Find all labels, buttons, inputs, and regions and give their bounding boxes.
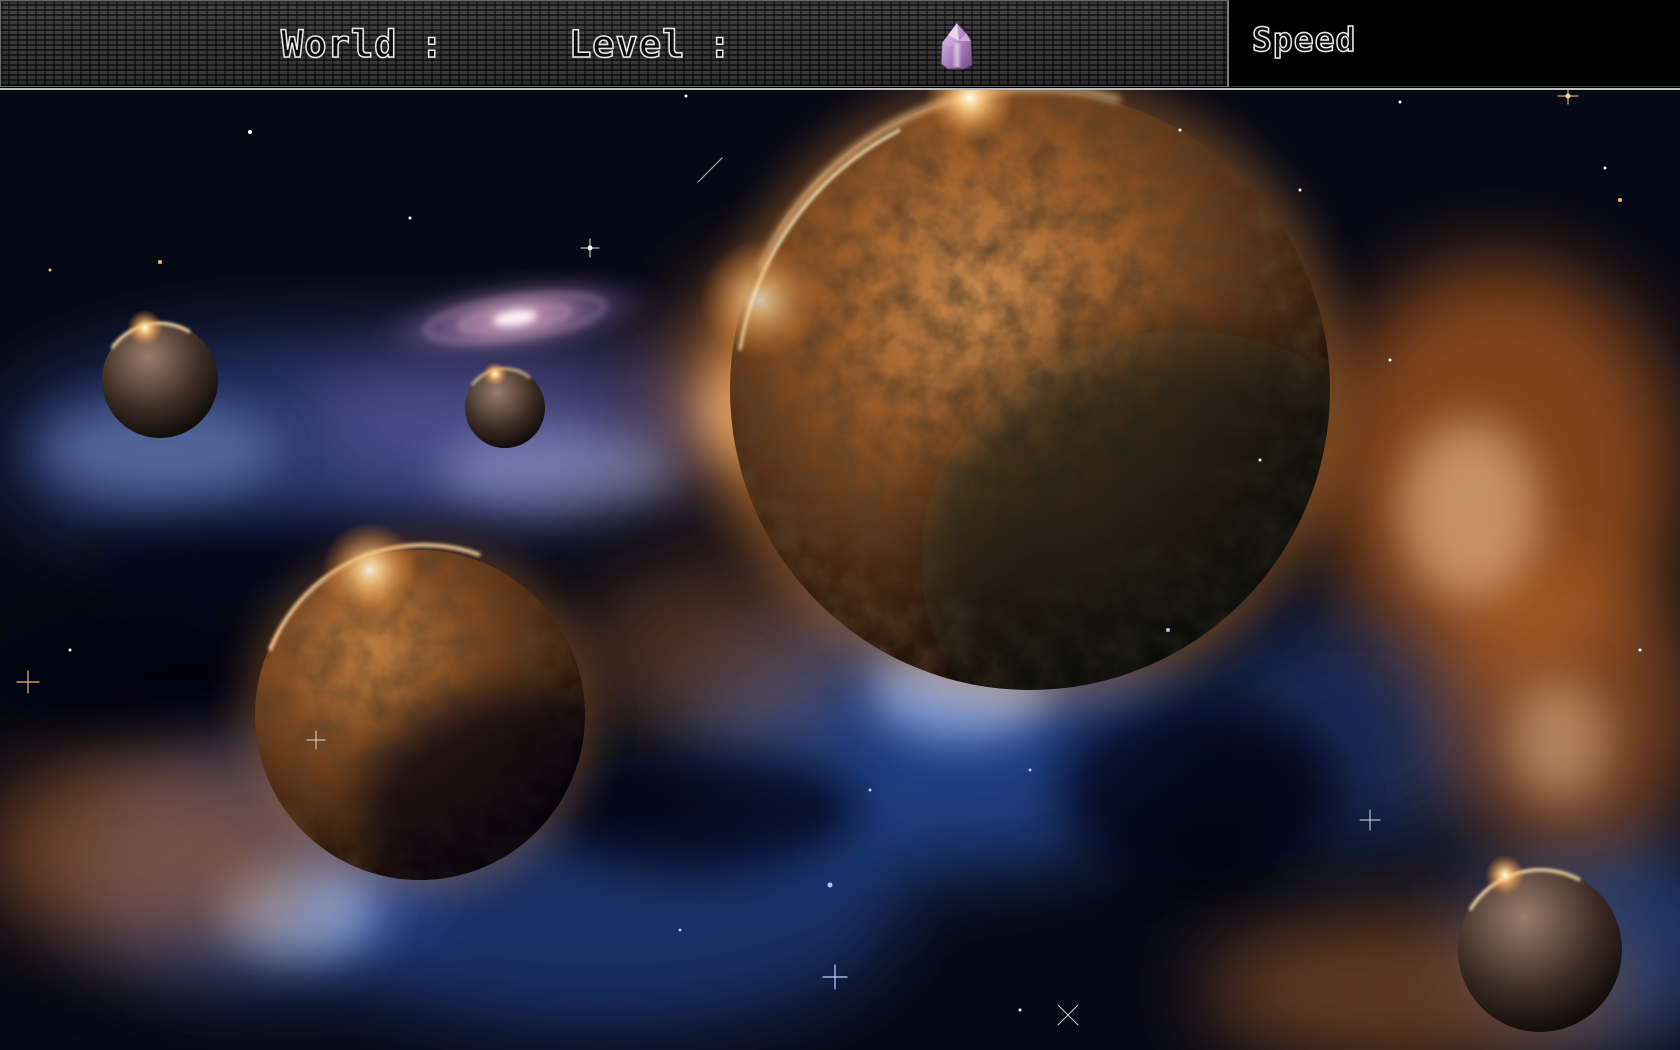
world-label: World :: [280, 22, 444, 67]
game-screen: World : Level : Speed: [0, 0, 1680, 1050]
crystal-gem-icon: [940, 22, 973, 70]
speed-panel: Speed: [1229, 0, 1680, 87]
nebula-scene: [0, 90, 1680, 1050]
speed-label: Speed: [1251, 19, 1357, 60]
level-label: Level :: [568, 22, 732, 67]
hud-bar: World : Level :: [0, 0, 1229, 87]
space-background: [0, 90, 1680, 1050]
